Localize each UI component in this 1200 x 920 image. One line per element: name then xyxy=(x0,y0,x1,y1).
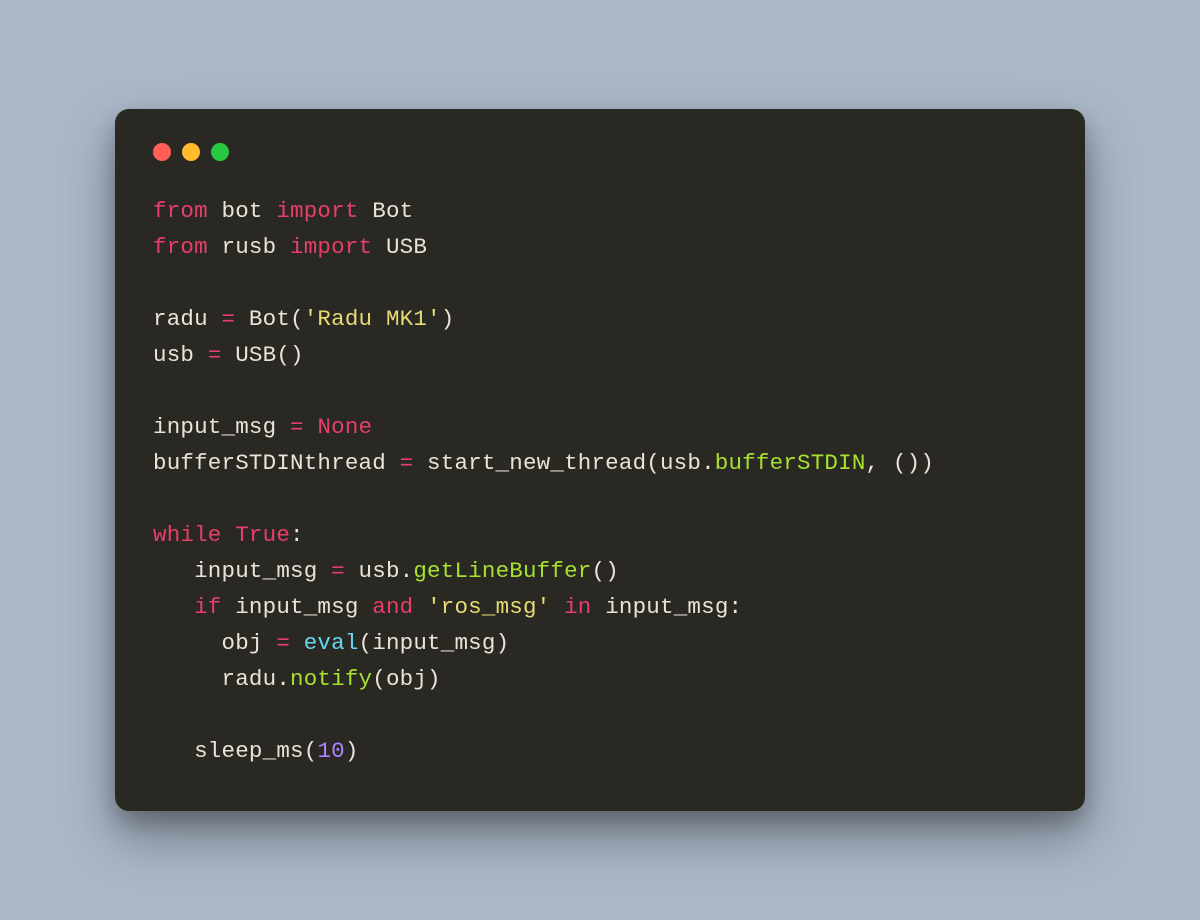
code-line: usb = USB() xyxy=(153,342,304,368)
code-line: from bot import Bot xyxy=(153,198,413,224)
code-line: input_msg = None xyxy=(153,414,372,440)
code-line: radu.notify(obj) xyxy=(153,666,441,692)
code-line: from rusb import USB xyxy=(153,234,427,260)
code-line: bufferSTDINthread = start_new_thread(usb… xyxy=(153,450,934,476)
code-line: while True: xyxy=(153,522,304,548)
minimize-icon[interactable] xyxy=(182,143,200,161)
code-line: sleep_ms(10) xyxy=(153,738,359,764)
maximize-icon[interactable] xyxy=(211,143,229,161)
close-icon[interactable] xyxy=(153,143,171,161)
code-line: obj = eval(input_msg) xyxy=(153,630,509,656)
code-line: radu = Bot('Radu MK1') xyxy=(153,306,454,332)
code-block: from bot import Bot from rusb import USB… xyxy=(153,193,1047,769)
code-line: if input_msg and 'ros_msg' in input_msg: xyxy=(153,594,742,620)
window-controls xyxy=(153,143,1047,161)
code-window: from bot import Bot from rusb import USB… xyxy=(115,109,1085,811)
code-line: input_msg = usb.getLineBuffer() xyxy=(153,558,619,584)
